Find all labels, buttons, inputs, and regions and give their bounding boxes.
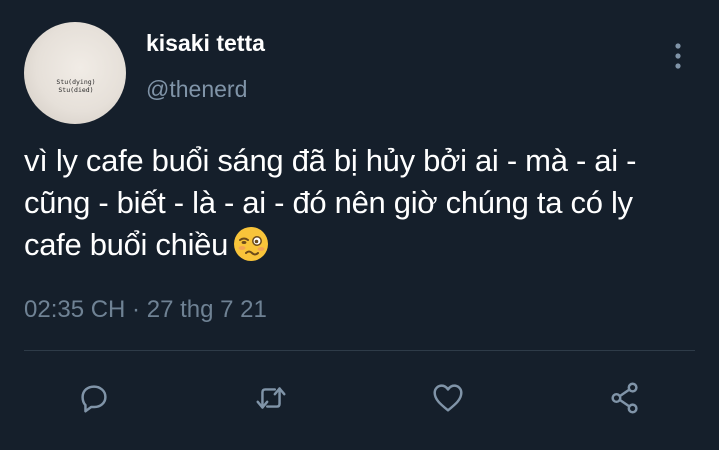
- user-handle[interactable]: @thenerd: [146, 76, 247, 103]
- like-button[interactable]: [428, 378, 468, 418]
- avatar-shirt-text: Stu(dying) Stu(died): [46, 78, 106, 94]
- avatar-shirt-line: Stu(died): [58, 86, 94, 94]
- heart-icon: [433, 384, 463, 412]
- reply-button[interactable]: [74, 378, 114, 418]
- display-name[interactable]: kisaki tetta: [146, 30, 265, 57]
- reply-icon: [81, 385, 107, 413]
- tweet-timestamp[interactable]: 02:35 CH · 27 thg 7 21: [24, 296, 267, 324]
- tweet-text: vì ly cafe buổi sáng đã bị hủy bởi ai - …: [24, 143, 637, 262]
- share-icon: [611, 382, 638, 414]
- avatar-shirt-line: Stu(dying): [56, 78, 96, 86]
- avatar[interactable]: Stu(dying) Stu(died): [24, 22, 126, 124]
- divider: [24, 350, 695, 351]
- more-options-icon[interactable]: [670, 40, 686, 72]
- tweet-body: vì ly cafe buổi sáng đã bị hủy bởi ai - …: [24, 140, 684, 266]
- tweet-card: Stu(dying) Stu(died) kisaki tetta @thene…: [0, 0, 719, 450]
- retweet-button[interactable]: [251, 378, 291, 418]
- retweet-icon: [256, 387, 286, 409]
- share-button[interactable]: [605, 378, 645, 418]
- woozy-face-icon: [232, 225, 270, 263]
